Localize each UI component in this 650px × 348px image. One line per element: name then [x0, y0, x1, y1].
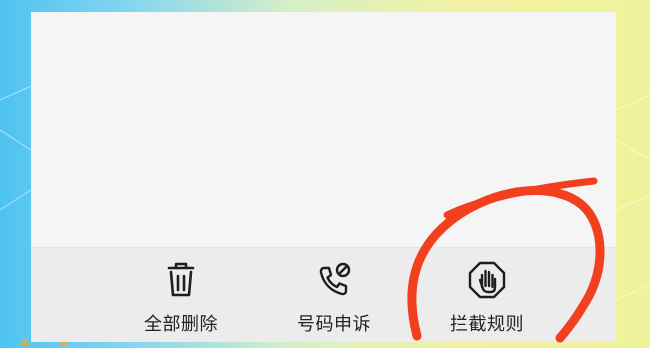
bottom-toolbar: 全部删除 号码申诉 拦截规则 — [31, 247, 616, 342]
phone-screen: 全部删除 号码申诉 拦截规则 — [31, 12, 616, 342]
delete-all-button[interactable]: 全部删除 — [111, 260, 251, 340]
block-rules-button[interactable]: 拦截规则 — [417, 260, 557, 340]
hand-stop-icon — [468, 261, 506, 299]
trash-icon — [167, 262, 195, 297]
number-appeal-button[interactable]: 号码申诉 — [264, 260, 404, 340]
phone-block-icon — [319, 262, 351, 296]
block-rules-label: 拦截规则 — [450, 314, 524, 334]
number-appeal-label: 号码申诉 — [297, 314, 371, 334]
delete-all-label: 全部删除 — [144, 314, 218, 334]
